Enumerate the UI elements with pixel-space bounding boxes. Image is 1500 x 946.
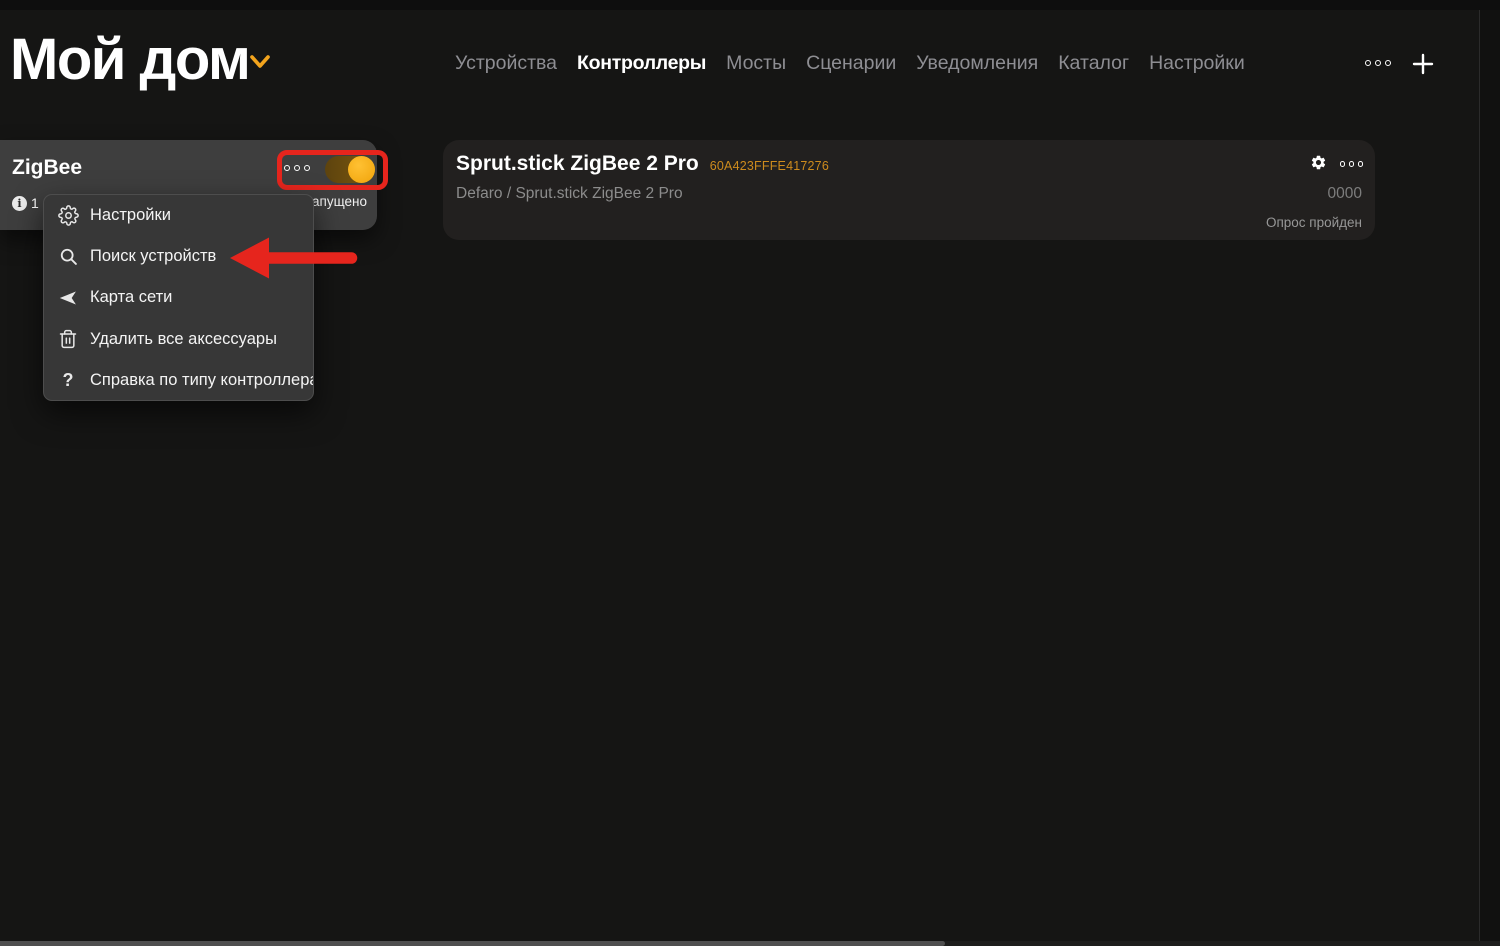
controller-title-row: Sprut.stick ZigBee 2 Pro 60A423FFFE41727… — [456, 152, 829, 176]
add-button[interactable] — [1412, 53, 1434, 75]
tab-bridges[interactable]: Мосты — [726, 52, 786, 75]
zigbee-context-menu: Настройки Поиск устройств Карта сети Уда… — [43, 194, 314, 401]
controller-title: Sprut.stick ZigBee 2 Pro — [456, 152, 699, 175]
search-icon — [56, 245, 80, 269]
info-icon: i — [12, 195, 27, 211]
controller-subtitle: Defaro / Sprut.stick ZigBee 2 Pro — [456, 185, 683, 202]
ellipsis-icon — [1365, 60, 1371, 66]
ellipsis-icon — [1339, 161, 1345, 167]
window-right-edge — [1480, 10, 1500, 941]
tab-notifications[interactable]: Уведомления — [916, 52, 1038, 75]
window-right-border — [1479, 10, 1480, 941]
menu-item-label: Карта сети — [90, 288, 173, 307]
tab-controllers[interactable]: Контроллеры — [577, 52, 706, 75]
plus-icon — [1412, 53, 1434, 75]
tab-catalog[interactable]: Каталог — [1058, 52, 1129, 75]
controller-serial: 60A423FFFE417276 — [709, 159, 829, 173]
menu-item-settings[interactable]: Настройки — [44, 195, 313, 236]
menu-item-label: Удалить все аксессуары — [90, 329, 277, 348]
gear-icon — [56, 204, 80, 228]
sprutstick-controller-card[interactable]: Sprut.stick ZigBee 2 Pro 60A423FFFE41727… — [443, 140, 1375, 240]
controller-status: Опрос пройден — [1265, 215, 1362, 230]
horizontal-scrollbar-track — [0, 941, 1500, 946]
horizontal-scrollbar-thumb[interactable] — [0, 941, 945, 946]
tab-devices[interactable]: Устройства — [455, 52, 557, 75]
controller-more-button[interactable] — [1339, 161, 1363, 167]
menu-item-label: Поиск устройств — [90, 247, 217, 266]
menu-item-label: Настройки — [90, 206, 171, 225]
header-more-button[interactable] — [1365, 60, 1391, 66]
annotation-highlight-box — [277, 150, 388, 190]
network-map-icon — [56, 286, 80, 310]
zigbee-info-row: i 1 — [12, 195, 39, 211]
tab-scenarios[interactable]: Сценарии — [806, 52, 896, 75]
gear-icon[interactable] — [1310, 154, 1327, 171]
page-title: Мой дом — [10, 27, 251, 92]
controller-channel: 0000 — [1327, 185, 1362, 202]
question-icon: ? — [62, 369, 74, 390]
tab-settings[interactable]: Настройки — [1149, 52, 1245, 75]
menu-item-controller-help[interactable]: ? Справка по типу контроллера — [44, 360, 314, 400]
chevron-down-icon[interactable] — [249, 53, 271, 73]
zigbee-info-count: 1 — [31, 195, 39, 211]
menu-item-search-devices[interactable]: Поиск устройств — [44, 236, 313, 277]
trash-icon — [56, 327, 80, 351]
menu-item-remove-all-accessories[interactable]: Удалить все аксессуары — [44, 319, 313, 360]
menu-item-label: Справка по типу контроллера — [90, 370, 314, 389]
main-nav: Устройства Контроллеры Мосты Сценарии Ув… — [455, 52, 1245, 75]
zigbee-card-title: ZigBee — [12, 156, 83, 179]
window-top-strip — [0, 0, 1500, 10]
menu-item-network-map[interactable]: Карта сети — [44, 277, 313, 318]
